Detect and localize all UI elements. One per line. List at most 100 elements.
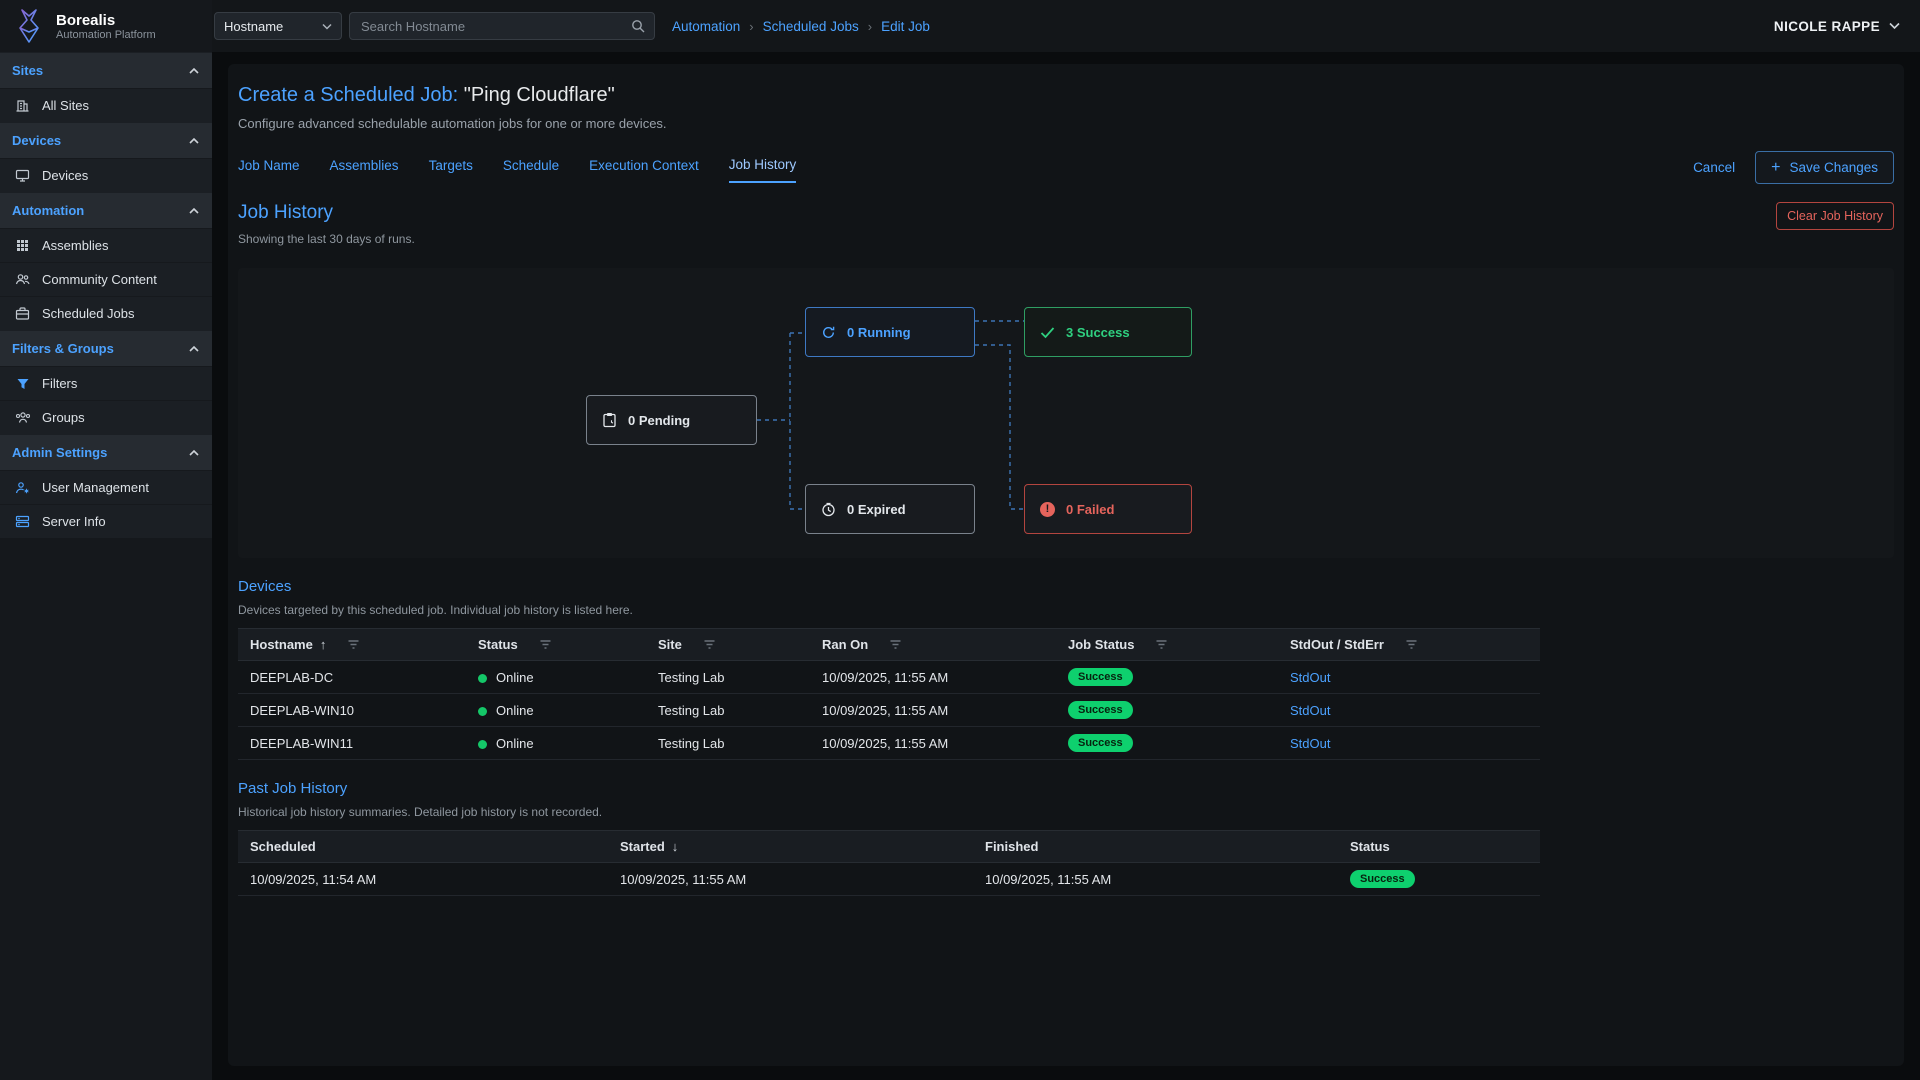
sidebar-item-label: Filters [42,376,77,391]
job-status-cell: Success [1056,727,1278,760]
table-row[interactable]: DEEPLAB-DC Online Testing Lab 10/09/2025… [238,661,1540,694]
breadcrumb-sep-icon: › [868,19,872,34]
page-subtitle: Configure advanced schedulable automatio… [238,116,1894,131]
sidebar-item-community-content[interactable]: Community Content [0,262,212,296]
breadcrumb-automation[interactable]: Automation [672,19,740,34]
hostname-cell: DEEPLAB-WIN11 [238,727,466,760]
col-status[interactable]: Status [1338,831,1540,863]
col-scheduled[interactable]: Scheduled [238,831,608,863]
job-history-header: Job History Showing the last 30 days of … [238,202,1894,246]
sidebar-section-filters-groups[interactable]: Filters & Groups [0,330,212,366]
flow-node-failed[interactable]: ! 0 Failed [1024,484,1192,534]
col-finished[interactable]: Finished [973,831,1338,863]
cancel-button[interactable]: Cancel [1693,160,1735,175]
sidebar-section-admin-settings[interactable]: Admin Settings [0,434,212,470]
status-badge: Success [1068,734,1133,752]
devices-subheading: Devices targeted by this scheduled job. … [238,603,1894,617]
groups-icon [14,410,31,425]
filter-icon[interactable] [347,638,360,651]
online-dot-icon [478,740,487,749]
status-badge: Success [1350,870,1415,888]
tab-job-history[interactable]: Job History [729,153,797,183]
sidebar-item-label: Server Info [42,514,106,529]
filter-icon[interactable] [1405,638,1418,651]
filter-icon[interactable] [703,638,716,651]
save-changes-button[interactable]: + Save Changes [1755,151,1894,184]
hostname-cell: DEEPLAB-WIN10 [238,694,466,727]
main-content: Create a Scheduled Job: "Ping Cloudflare… [212,52,1920,1080]
sidebar-item-filters[interactable]: Filters [0,366,212,400]
flow-node-label: 3 Success [1066,325,1130,340]
filter-icon[interactable] [539,638,552,651]
flow-node-pending[interactable]: 0 Pending [586,395,757,445]
sidebar-item-all-sites[interactable]: All Sites [0,88,212,122]
sidebar-item-groups[interactable]: Groups [0,400,212,434]
tab-job-name[interactable]: Job Name [238,154,300,182]
tab-targets[interactable]: Targets [429,154,473,182]
sidebar-item-assemblies[interactable]: Assemblies [0,228,212,262]
sidebar-item-user-management[interactable]: User Management [0,470,212,504]
col-stdout-stderr[interactable]: StdOut / StdErr [1278,629,1540,661]
user-menu[interactable]: NICOLE RAPPE [1774,19,1900,34]
hostname-cell: DEEPLAB-DC [238,661,466,694]
search-input[interactable] [359,18,631,35]
edit-job-panel: Create a Scheduled Job: "Ping Cloudflare… [228,64,1904,1066]
error-icon: ! [1040,502,1055,517]
building-icon [14,98,31,113]
status-cell: Online [466,727,646,760]
filter-icon[interactable] [1155,638,1168,651]
sort-desc-icon[interactable]: ↓ [672,839,679,854]
stdout-link[interactable]: StdOut [1290,670,1330,685]
flow-node-label: 0 Running [847,325,911,340]
section-label: Filters & Groups [12,341,114,356]
col-ran-on[interactable]: Ran On [810,629,1056,661]
brand-name: Borealis [56,12,156,29]
table-row[interactable]: 10/09/2025, 11:54 AM 10/09/2025, 11:55 A… [238,863,1540,896]
table-row[interactable]: DEEPLAB-WIN11 Online Testing Lab 10/09/2… [238,727,1540,760]
funnel-icon [14,377,31,391]
clipboard-icon [602,412,617,428]
page-title: Create a Scheduled Job: "Ping Cloudflare… [238,84,1894,107]
job-status-flow: 0 Pending 0 Running 3 Success 0 Expired … [238,268,1894,558]
breadcrumb-scheduled-jobs[interactable]: Scheduled Jobs [763,19,859,34]
breadcrumb-edit-job[interactable]: Edit Job [881,19,930,34]
chevron-down-icon [1889,22,1900,30]
stdout-link[interactable]: StdOut [1290,703,1330,718]
col-started[interactable]: Started↓ [608,831,973,863]
sidebar-item-label: Assemblies [42,238,108,253]
flow-node-running[interactable]: 0 Running [805,307,975,357]
user-gear-icon [14,480,31,495]
devices-heading: Devices [238,578,1894,595]
col-status[interactable]: Status [466,629,646,661]
ran-on-cell: 10/09/2025, 11:55 AM [810,694,1056,727]
save-changes-label: Save Changes [1789,160,1878,175]
col-job-status[interactable]: Job Status [1056,629,1278,661]
page-title-prefix: Create a Scheduled Job: [238,84,458,106]
flow-node-label: 0 Pending [628,413,690,428]
sort-asc-icon[interactable]: ↑ [320,637,327,652]
stdout-cell: StdOut [1278,694,1540,727]
breadcrumb: Automation › Scheduled Jobs › Edit Job [672,19,930,34]
tab-schedule[interactable]: Schedule [503,154,559,182]
tab-assemblies[interactable]: Assemblies [330,154,399,182]
clear-job-history-button[interactable]: Clear Job History [1776,202,1894,230]
stdout-link[interactable]: StdOut [1290,736,1330,751]
sidebar-item-server-info[interactable]: Server Info [0,504,212,538]
col-hostname[interactable]: Hostname↑ [238,629,466,661]
sidebar-section-sites[interactable]: Sites [0,52,212,88]
flow-node-success[interactable]: 3 Success [1024,307,1192,357]
tab-execution-context[interactable]: Execution Context [589,154,699,182]
sidebar-item-devices[interactable]: Devices [0,158,212,192]
search-icon[interactable] [631,19,645,33]
sidebar-section-automation[interactable]: Automation [0,192,212,228]
flow-node-expired[interactable]: 0 Expired [805,484,975,534]
server-icon [14,514,31,529]
filter-icon[interactable] [889,638,902,651]
sidebar-item-scheduled-jobs[interactable]: Scheduled Jobs [0,296,212,330]
col-site[interactable]: Site [646,629,810,661]
hostname-select[interactable]: Hostname [214,12,342,40]
chevron-up-icon [188,343,200,355]
sidebar-section-devices[interactable]: Devices [0,122,212,158]
table-row[interactable]: DEEPLAB-WIN10 Online Testing Lab 10/09/2… [238,694,1540,727]
site-cell: Testing Lab [646,661,810,694]
